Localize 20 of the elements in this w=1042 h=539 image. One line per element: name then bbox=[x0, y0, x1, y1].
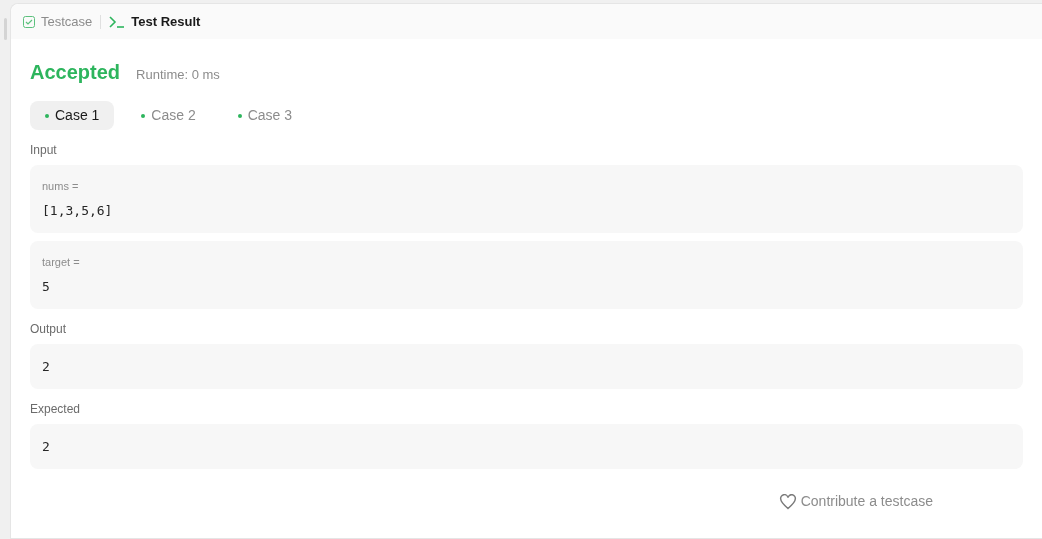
panel-tab[interactable]: Testcase bbox=[23, 11, 93, 32]
param-value: 2 bbox=[42, 437, 51, 456]
section-label: Input bbox=[30, 142, 58, 159]
panel-tab[interactable]: Test Result bbox=[109, 11, 201, 32]
terminal-icon bbox=[109, 15, 126, 28]
checkbox-icon bbox=[23, 15, 35, 28]
param-value: 2 bbox=[42, 357, 51, 376]
param-name: target = bbox=[42, 255, 81, 270]
case-tab[interactable]: Case 1 bbox=[30, 101, 115, 130]
runtime-text: Runtime: 0 ms bbox=[136, 66, 220, 84]
param-name: nums = bbox=[42, 179, 80, 194]
result-status: Accepted bbox=[30, 60, 121, 85]
section-label: Expected bbox=[30, 401, 82, 418]
section-label: Output bbox=[30, 321, 68, 338]
case-tab[interactable]: Case 3 bbox=[222, 101, 308, 130]
param-value: 5 bbox=[42, 277, 51, 296]
case-tab[interactable]: Case 2 bbox=[126, 101, 211, 130]
contribute-link[interactable]: Contribute a testcase bbox=[778, 491, 933, 512]
heart-icon bbox=[778, 493, 797, 510]
param-value: [1,3,5,6] bbox=[42, 201, 114, 220]
